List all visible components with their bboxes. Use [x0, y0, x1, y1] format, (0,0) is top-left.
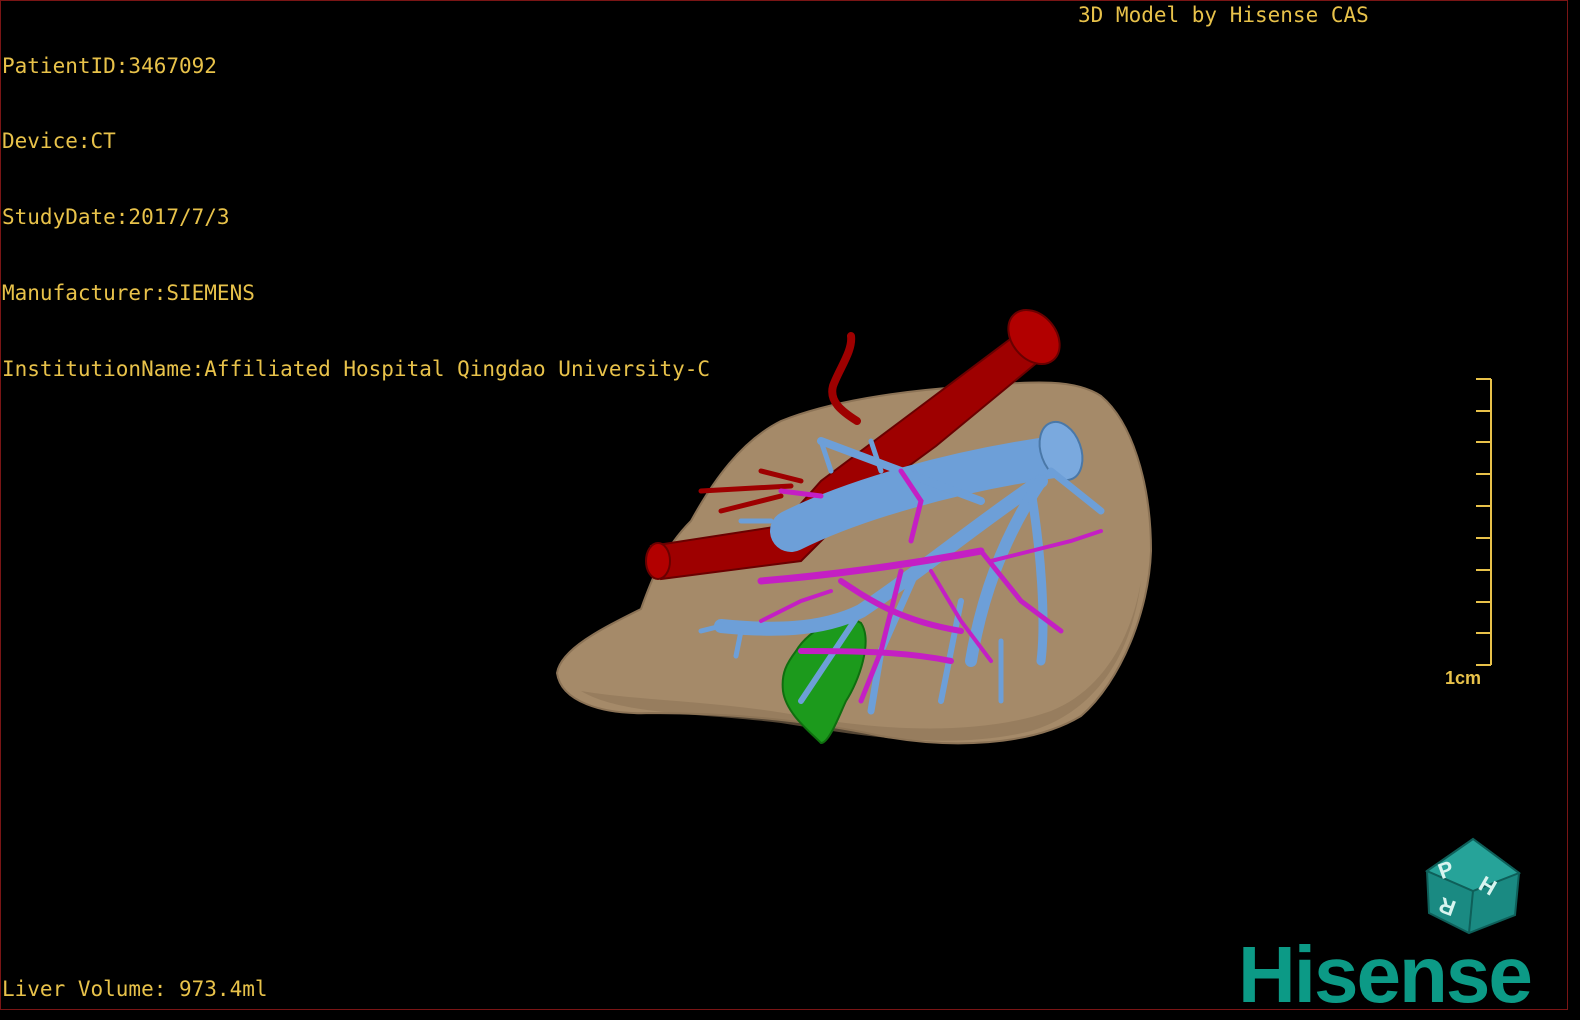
scale-bar — [1476, 378, 1492, 666]
3d-viewport[interactable]: PatientID:3467092 Device:CT StudyDate:20… — [0, 0, 1568, 1015]
patient-id: PatientID:3467092 — [2, 53, 217, 78]
scale-bar-label: 1cm — [1445, 668, 1482, 688]
hisense-logo: Hisense — [1238, 930, 1533, 1019]
study-date: StudyDate:2017/7/3 — [2, 205, 230, 230]
liver-volume: Liver Volume: 973.4ml — [2, 977, 268, 1001]
dicom-info-overlay: PatientID:3467092 Device:CT StudyDate:20… — [2, 3, 710, 433]
manufacturer: Manufacturer:SIEMENS — [2, 281, 255, 306]
model-credit: 3D Model by Hisense CAS — [1078, 3, 1369, 27]
orientation-cube-icon[interactable]: P H R — [1419, 833, 1523, 937]
device: Device:CT — [2, 129, 116, 154]
institution-name: InstitutionName:Affiliated Hospital Qing… — [2, 357, 711, 382]
